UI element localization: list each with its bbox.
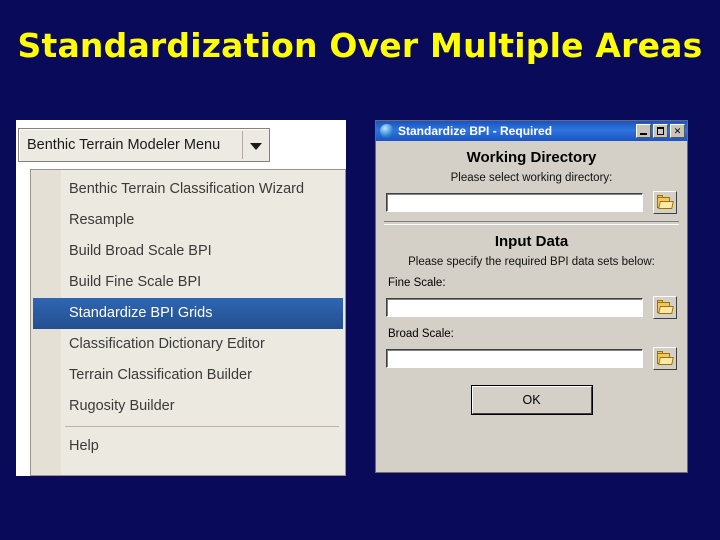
working-directory-heading: Working Directory — [466, 149, 597, 166]
menu-item-standardize-bpi-grids[interactable]: Standardize BPI Grids — [33, 298, 343, 329]
working-directory-row — [386, 191, 677, 214]
folder-open-icon — [657, 300, 674, 314]
dialog-titlebar[interactable]: Standardize BPI - Required ✕ — [376, 121, 687, 141]
fine-scale-row — [386, 296, 677, 319]
folder-open-icon — [657, 351, 674, 365]
menu-item-help[interactable]: Help — [31, 431, 345, 462]
broad-scale-row — [386, 347, 677, 370]
broad-scale-browse-button[interactable] — [653, 347, 677, 370]
fine-scale-browse-button[interactable] — [653, 296, 677, 319]
broad-scale-input[interactable] — [386, 349, 643, 368]
working-directory-browse-button[interactable] — [653, 191, 677, 214]
menu-item-terrain-classification-builder[interactable]: Terrain Classification Builder — [31, 360, 345, 391]
menu-item-resample[interactable]: Resample — [31, 205, 345, 236]
menu-dropdown-panel: Benthic Terrain Classification Wizard Re… — [30, 169, 346, 476]
menu-separator — [65, 426, 339, 427]
application-globe-icon — [380, 124, 394, 138]
dialog-body: Working Directory Please select working … — [376, 141, 687, 472]
broad-scale-label: Broad Scale: — [388, 328, 454, 340]
menu-item-classification-dictionary-editor[interactable]: Classification Dictionary Editor — [31, 329, 345, 360]
input-data-instruction: Please specify the required BPI data set… — [408, 256, 655, 268]
working-directory-instruction: Please select working directory: — [450, 172, 613, 184]
menu-button-label: Benthic Terrain Modeler Menu — [27, 137, 221, 153]
close-icon: ✕ — [673, 126, 682, 136]
fine-scale-label: Fine Scale: — [388, 277, 446, 289]
menu-item-rugosity-builder[interactable]: Rugosity Builder — [31, 391, 345, 422]
folder-open-icon — [657, 195, 674, 209]
menu-button-divider — [242, 131, 243, 159]
standardize-bpi-dialog: Standardize BPI - Required ✕ Working Dir… — [375, 120, 688, 473]
benthic-terrain-modeler-menu-button[interactable]: Benthic Terrain Modeler Menu — [18, 128, 270, 162]
menu-item-build-fine-scale-bpi[interactable]: Build Fine Scale BPI — [31, 267, 345, 298]
fine-scale-input[interactable] — [386, 298, 643, 317]
window-controls: ✕ — [636, 124, 685, 138]
menu-item-list: Benthic Terrain Classification Wizard Re… — [31, 174, 345, 462]
menu-button-row: Benthic Terrain Modeler Menu — [16, 120, 346, 169]
dialog-title: Standardize BPI - Required — [398, 124, 553, 138]
menu-screenshot: Benthic Terrain Modeler Menu Benthic Ter… — [16, 120, 346, 476]
ok-button[interactable]: OK — [471, 386, 592, 414]
maximize-button[interactable] — [653, 124, 668, 138]
input-data-heading: Input Data — [494, 233, 569, 250]
section-divider — [384, 221, 679, 225]
dialog-buttons: OK — [376, 386, 687, 414]
chevron-down-icon — [250, 143, 262, 150]
minimize-button[interactable] — [636, 124, 651, 138]
close-button[interactable]: ✕ — [670, 124, 685, 138]
page-title: Standardization Over Multiple Areas — [17, 26, 703, 65]
working-directory-input[interactable] — [386, 193, 643, 212]
menu-item-benthic-terrain-classification-wizard[interactable]: Benthic Terrain Classification Wizard — [31, 174, 345, 205]
menu-item-build-broad-scale-bpi[interactable]: Build Broad Scale BPI — [31, 236, 345, 267]
